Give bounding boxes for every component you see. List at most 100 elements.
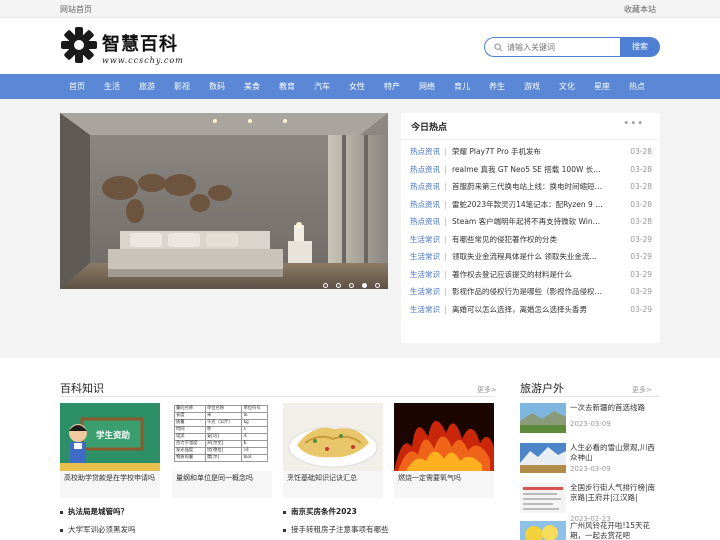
news-item[interactable]: 南京买房条件2023 [283, 506, 357, 517]
hot-item-category[interactable]: 生活常识 [410, 234, 440, 246]
separator: | [444, 199, 447, 209]
hot-item-title[interactable]: 离婚可以怎么选择，离婚怎么选择头香男 [452, 304, 604, 316]
nav-item-education[interactable]: 教育 [270, 74, 304, 99]
nav-item-hot[interactable]: 热点 [620, 74, 654, 99]
hot-list-item[interactable]: 生活常识 | 领取失业金流程具体是什么 领取失业金流程介绍 03-29 [410, 251, 652, 263]
travel-item-title[interactable]: 广州风铃花开啦!15天花期，一起去赏花吧 [570, 521, 660, 540]
travel-item-title[interactable]: 一次去新疆的首选线路 [570, 403, 660, 413]
hot-list-item[interactable]: 生活常识 | 离婚可以怎么选择，离婚怎么选择头香男 03-29 [410, 304, 652, 316]
travel-thumb [520, 443, 566, 473]
banner-slider[interactable] [60, 113, 388, 289]
hot-item-category[interactable]: 热点资讯 [410, 181, 440, 193]
travel-more-link[interactable]: 更多> [632, 385, 652, 395]
baike-more-link[interactable]: 更多> [477, 385, 497, 395]
travel-item-title[interactable]: 全国步行街人气排行榜|南京路|王府井|江汉路| [570, 483, 660, 503]
baike-card[interactable]: 烹饪基础知识记诀汇总 [283, 403, 383, 498]
logo-gear-icon [61, 27, 97, 63]
nav-item-digital[interactable]: 数码 [200, 74, 234, 99]
slider-dot[interactable] [348, 283, 354, 288]
news-item-title[interactable]: 大学军训必须黑发吗 [68, 525, 136, 534]
hot-item-title[interactable]: 有哪些常见的侵犯著作权的分类 [452, 234, 604, 246]
card-caption[interactable]: 量纲和单位是同一概念吗 [176, 473, 268, 483]
nav-item-internet[interactable]: 网络 [410, 74, 444, 99]
separator: | [444, 287, 447, 296]
bookmark-link[interactable]: 收藏本站 [624, 4, 656, 15]
more-icon[interactable]: ••• [623, 118, 644, 129]
hot-item-title[interactable]: 著作权去登记应该提交的材料是什么 [452, 269, 604, 281]
nav-item-home[interactable]: 首页 [60, 74, 94, 99]
hot-item-title[interactable]: realme 真我 GT Neo5 SE 搭载 100W 长寿命快充 [452, 164, 604, 176]
hot-item-date: 03-28 [630, 199, 652, 209]
hot-item-title[interactable]: Steam 客户端明年起将不再支持微软 Windows 7 [452, 216, 604, 228]
table-cell: mol [241, 454, 268, 462]
hot-list-item[interactable]: 生活常识 | 著作权去登记应该提交的材料是什么 03-29 [410, 269, 652, 281]
nav-item-games[interactable]: 游戏 [515, 74, 549, 99]
hot-item-title[interactable]: 荣耀 Play7T Pro 手机发布 [452, 146, 604, 158]
slider-dot-active[interactable] [361, 283, 367, 288]
travel-thumb [520, 403, 566, 433]
divider [60, 396, 494, 397]
home-link[interactable]: 网站首页 [60, 4, 92, 15]
news-item-title[interactable]: 接手转租房子注意事项有哪些 [291, 525, 389, 534]
nav-item-health[interactable]: 养生 [480, 74, 514, 99]
nav-item-food[interactable]: 美食 [235, 74, 269, 99]
news-item-title[interactable]: 执法局是城管吗？ [68, 507, 128, 516]
travel-item[interactable]: 全国步行街人气排行榜|南京路|王府井|江汉路| 2023-02-23 [520, 483, 660, 523]
hot-item-category[interactable]: 热点资讯 [410, 146, 440, 158]
search-button[interactable]: 搜索 [620, 37, 660, 57]
news-item[interactable]: 执法局是城管吗？ [60, 506, 128, 517]
hot-list-item[interactable]: 热点资讯 | 首服蔚来第三代换电站上线：换电时间缩短至4分钟 03-28 [410, 181, 652, 193]
nav-item-women[interactable]: 女性 [340, 74, 374, 99]
hot-list-item[interactable]: 热点资讯 | realme 真我 GT Neo5 SE 搭载 100W 长寿命快充… [410, 164, 652, 176]
nav-item-travel[interactable]: 旅游 [130, 74, 164, 99]
nav-item-culture[interactable]: 文化 [550, 74, 584, 99]
table-cell: 质量 [174, 419, 206, 427]
slider-dot[interactable] [322, 283, 328, 288]
table-cell: 长度 [174, 412, 206, 420]
hot-list-item[interactable]: 热点资讯 | Steam 客户端明年起将不再支持微软 Windows 7 03-2… [410, 216, 652, 228]
nav-item-film[interactable]: 影视 [165, 74, 199, 99]
hot-item-title[interactable]: 雷蛇2023年款灵刃14笔记本：配Ryzen 9 7940HS [452, 199, 604, 211]
nav-item-parenting[interactable]: 育儿 [445, 74, 479, 99]
card-caption[interactable]: 燃烧一定需要氧气吗 [398, 473, 490, 483]
news-item[interactable]: 接手转租房子注意事项有哪些 [283, 524, 389, 535]
hot-item-category[interactable]: 热点资讯 [410, 199, 440, 211]
nav-item-specialty[interactable]: 特产 [375, 74, 409, 99]
slider-dot[interactable] [375, 283, 380, 288]
travel-item-title[interactable]: 人生必看的雪山景观,川西众神山 [570, 443, 660, 463]
travel-item[interactable]: 人生必看的雪山景观,川西众神山 2023-03-09 [520, 443, 660, 477]
travel-item[interactable]: 广州风铃花开啦!15天花期，一起去赏花吧 [520, 521, 660, 540]
hot-item-category[interactable]: 热点资讯 [410, 216, 440, 228]
hot-item-category[interactable]: 生活常识 [410, 286, 440, 298]
hot-item-category[interactable]: 生活常识 [410, 269, 440, 281]
table-header: 单位符号 [241, 405, 268, 413]
table-cell: cd [241, 447, 268, 455]
baike-card[interactable]: 量的名称 单位名称 单位符号 长度米 m 质量 千克（公斤） kg 时间秒 s 电流 安[… [172, 403, 272, 498]
hot-list-item[interactable]: 生活常识 | 有哪些常见的侵犯著作权的分类 03-29 [410, 234, 652, 246]
hot-item-category[interactable]: 生活常识 [410, 251, 440, 263]
hot-item-title[interactable]: 领取失业金流程具体是什么 领取失业金流程介绍 [452, 251, 604, 263]
table-cell: 秒 [204, 426, 243, 434]
card-caption[interactable]: 烹饪基础知识记诀汇总 [287, 473, 379, 483]
hot-item-category[interactable]: 生活常识 [410, 304, 440, 316]
site-logo[interactable]: 智慧百科 www.ccschy.com [60, 26, 210, 70]
news-item-title[interactable]: 南京买房条件2023 [291, 507, 357, 516]
news-item[interactable]: 大学军训必须黑发吗 [60, 524, 136, 535]
nav-item-horoscope[interactable]: 星座 [585, 74, 619, 99]
hot-list-item[interactable]: 热点资讯 | 荣耀 Play7T Pro 手机发布 03-28 [410, 146, 652, 158]
travel-item[interactable]: 一次去新疆的首选线路 2023-03-09 [520, 403, 660, 437]
hot-list-item[interactable]: 生活常识 | 影视作品的侵权行为是哪些（影视作品侵权的认定） 03-29 [410, 286, 652, 298]
search-input[interactable] [507, 41, 617, 54]
baike-card[interactable]: 燃烧一定需要氧气吗 [394, 403, 494, 498]
nav-item-car[interactable]: 汽车 [305, 74, 339, 99]
card-caption[interactable]: 高校助学贷款是在学校申请吗 [64, 473, 156, 483]
slider-dots [320, 273, 380, 288]
hot-item-title[interactable]: 首服蔚来第三代换电站上线：换电时间缩短至4分钟 [452, 181, 604, 193]
hot-item-category[interactable]: 热点资讯 [410, 164, 440, 176]
hot-list-item[interactable]: 热点资讯 | 雷蛇2023年款灵刃14笔记本：配Ryzen 9 7940HS 03… [410, 199, 652, 211]
separator: | [444, 164, 447, 174]
baike-card[interactable]: 学生资助 高校助学贷款是在学校申请吗 [60, 403, 160, 498]
slider-dot[interactable] [335, 283, 341, 288]
nav-item-life[interactable]: 生活 [95, 74, 129, 99]
hot-item-title[interactable]: 影视作品的侵权行为是哪些（影视作品侵权的认定） [452, 286, 604, 298]
